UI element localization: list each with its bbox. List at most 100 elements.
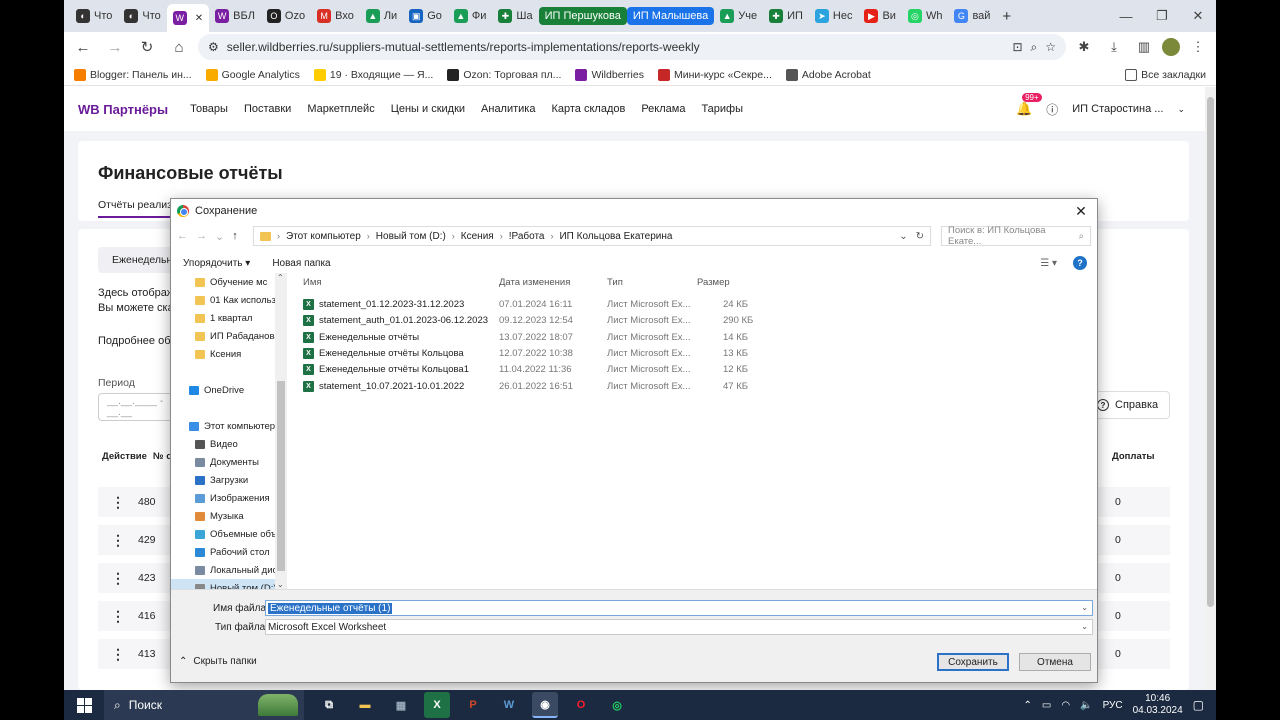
breadcrumb-item[interactable]: Этот компьютер [286, 231, 361, 242]
wb-menu-item[interactable]: Цены и скидки [391, 103, 465, 115]
tray-chevron-icon[interactable]: ⌃ [1024, 700, 1032, 711]
language-indicator[interactable]: РУС [1103, 700, 1123, 711]
dialog-close-icon[interactable]: ✕ [1071, 201, 1091, 221]
recent-chevron-icon[interactable]: ⌄ [215, 230, 224, 243]
file-row[interactable]: X Еженедельные отчёты 13.07.2022 18:07 Лист… [303, 330, 753, 346]
extensions-icon[interactable]: ✱ [1072, 35, 1096, 59]
bookmark-item[interactable]: Мини-курс «Секре... [657, 68, 772, 81]
browser-tab[interactable]: W ✕ [166, 4, 210, 32]
browser-tab[interactable]: ▶ Ви [858, 4, 901, 28]
file-row[interactable]: Xstatement_01.12.2023-31.12.2023 07.01.20… [303, 297, 753, 313]
browser-tab[interactable]: ИП Малышева [626, 7, 715, 25]
bookmark-item[interactable]: Adobe Acrobat [785, 68, 871, 81]
wb-menu-item[interactable]: Аналитика [481, 103, 535, 115]
row-menu-icon[interactable]: ⋮ [98, 532, 138, 549]
browser-tab[interactable]: ◐ Что [70, 4, 118, 28]
restore-icon[interactable]: ❐ [1144, 0, 1180, 32]
bookmark-item[interactable]: 19 · Входящие — Я... [313, 68, 433, 81]
new-tab-icon[interactable]: + [996, 4, 1017, 28]
profile-avatar[interactable] [1162, 38, 1180, 56]
col-size[interactable]: Размер [697, 277, 730, 288]
side-panel-icon[interactable]: ▥ [1132, 35, 1156, 59]
wb-menu-item[interactable]: Тарифы [701, 103, 743, 115]
taskbar-search[interactable]: ⌕ Поиск [104, 690, 304, 720]
opera-icon[interactable]: O [568, 692, 594, 718]
file-type-select[interactable]: Microsoft Excel Worksheet ⌄ [265, 619, 1093, 635]
bookmark-star-icon[interactable]: ☆ [1045, 40, 1056, 54]
nav-item[interactable]: Документы [171, 453, 287, 471]
browser-tab[interactable]: ◎ Wh [902, 4, 949, 28]
nav-item[interactable]: Видео [171, 435, 287, 453]
nav-item[interactable]: OneDrive [171, 381, 287, 399]
dialog-help-icon[interactable]: ? [1073, 256, 1087, 270]
wb-logo[interactable]: WB Партнёры [78, 102, 168, 117]
file-row[interactable]: Xstatement_auth_01.01.2023-06.12.2023 09.… [303, 313, 753, 329]
page-scroll-thumb[interactable] [1207, 97, 1214, 607]
nav-item[interactable]: 1 квартал [171, 309, 287, 327]
refresh-icon[interactable]: ↻ [916, 231, 924, 242]
browser-tab[interactable]: ✚ ИП [763, 4, 809, 28]
all-bookmarks[interactable]: Все закладки [1125, 68, 1206, 81]
hide-folders-button[interactable]: ⌃ Скрыть папки [179, 656, 257, 667]
install-app-icon[interactable]: ⊡ [1012, 40, 1022, 54]
forward-arrow-icon[interactable]: → [196, 230, 207, 243]
menu-icon[interactable]: ⋮ [1186, 35, 1210, 59]
breadcrumb-item[interactable]: Ксения [461, 231, 494, 242]
browser-tab[interactable]: ➤ Нес [809, 4, 859, 28]
view-options-icon[interactable]: ☰ ▾ [1040, 258, 1057, 269]
browser-tab[interactable]: Gвай [948, 4, 996, 28]
help-circle-icon[interactable]: ⓘ [1046, 101, 1058, 118]
wifi-icon[interactable]: ◠ [1061, 700, 1070, 711]
save-button[interactable]: Сохранить [937, 653, 1009, 671]
bookmark-item[interactable]: Wildberries [575, 68, 644, 81]
nav-item[interactable]: ИП Рабаданова [171, 327, 287, 345]
chevron-down-icon[interactable]: ⌄ [1177, 104, 1185, 115]
tab-reports[interactable]: Отчёты реализа [98, 199, 178, 218]
close-window-icon[interactable]: ✕ [1180, 0, 1216, 32]
folder-search-input[interactable]: Поиск в: ИП Кольцова Екате... ⌕ [941, 225, 1091, 247]
calculator-icon[interactable]: ▦ [388, 692, 414, 718]
col-name[interactable]: Имя [303, 277, 322, 288]
nav-item[interactable]: 01 Как использо [171, 291, 287, 309]
powerpoint-icon[interactable]: P [460, 692, 486, 718]
breadcrumb-item[interactable]: !Работа [509, 231, 545, 242]
clock[interactable]: 10:46 04.03.2024 [1133, 693, 1183, 717]
nav-scroll-up-icon[interactable]: ⌃ [277, 273, 284, 282]
browser-tab[interactable]: W ВБЛ [209, 4, 261, 28]
period-input[interactable]: __.__.____ - __.__ [98, 393, 178, 421]
forward-icon[interactable]: → [102, 34, 128, 60]
notifications-bell-icon[interactable]: 🔔 99+ [1016, 93, 1042, 117]
word-icon[interactable]: W [496, 692, 522, 718]
nav-item[interactable]: Обучение мс [171, 273, 287, 291]
cancel-button[interactable]: Отмена [1019, 653, 1091, 671]
chrome-taskbar-icon[interactable]: ◉ [532, 692, 558, 718]
row-menu-icon[interactable]: ⋮ [98, 608, 138, 625]
breadcrumb-item[interactable]: Новый том (D:) [376, 231, 446, 242]
nav-item[interactable]: Рабочий стол [171, 543, 287, 561]
browser-tab[interactable]: ✚ Ша [492, 4, 538, 28]
wb-menu-item[interactable]: Маркетплейс [307, 103, 374, 115]
nav-scroll-thumb[interactable] [277, 381, 285, 571]
nav-item[interactable]: Загрузки [171, 471, 287, 489]
volume-icon[interactable]: 🔈 [1080, 700, 1092, 711]
reload-icon[interactable]: ↻ [134, 34, 160, 60]
nav-item[interactable]: Этот компьютер [171, 417, 287, 435]
start-button[interactable] [64, 697, 104, 713]
file-explorer-icon[interactable]: ▬ [352, 692, 378, 718]
bookmark-item[interactable]: Ozon: Торговая пл... [447, 68, 561, 81]
task-view-icon[interactable]: ⧉ [316, 692, 342, 718]
browser-tab[interactable]: ▲ Уче [714, 4, 763, 28]
col-type[interactable]: Тип [607, 277, 623, 288]
nav-item[interactable]: Новый том (D:) [171, 579, 287, 589]
wb-menu-item[interactable]: Реклама [641, 103, 685, 115]
browser-tab[interactable]: ▣ Go [403, 4, 448, 28]
row-menu-icon[interactable]: ⋮ [98, 646, 138, 663]
up-arrow-icon[interactable]: ↑ [232, 230, 238, 243]
file-row[interactable]: Xstatement_10.07.2021-10.01.2022 26.01.20… [303, 379, 753, 395]
bookmark-item[interactable]: Blogger: Панель ин... [74, 68, 192, 81]
file-row[interactable]: X Еженедельные отчёты Кольцова1 11.04.2022… [303, 362, 753, 378]
nav-item[interactable]: Музыка [171, 507, 287, 525]
new-folder-button[interactable]: Новая папка [272, 258, 330, 269]
nav-scroll-down-icon[interactable]: ⌄ [277, 580, 284, 589]
file-name-dropdown-icon[interactable]: ⌄ [1081, 603, 1088, 612]
